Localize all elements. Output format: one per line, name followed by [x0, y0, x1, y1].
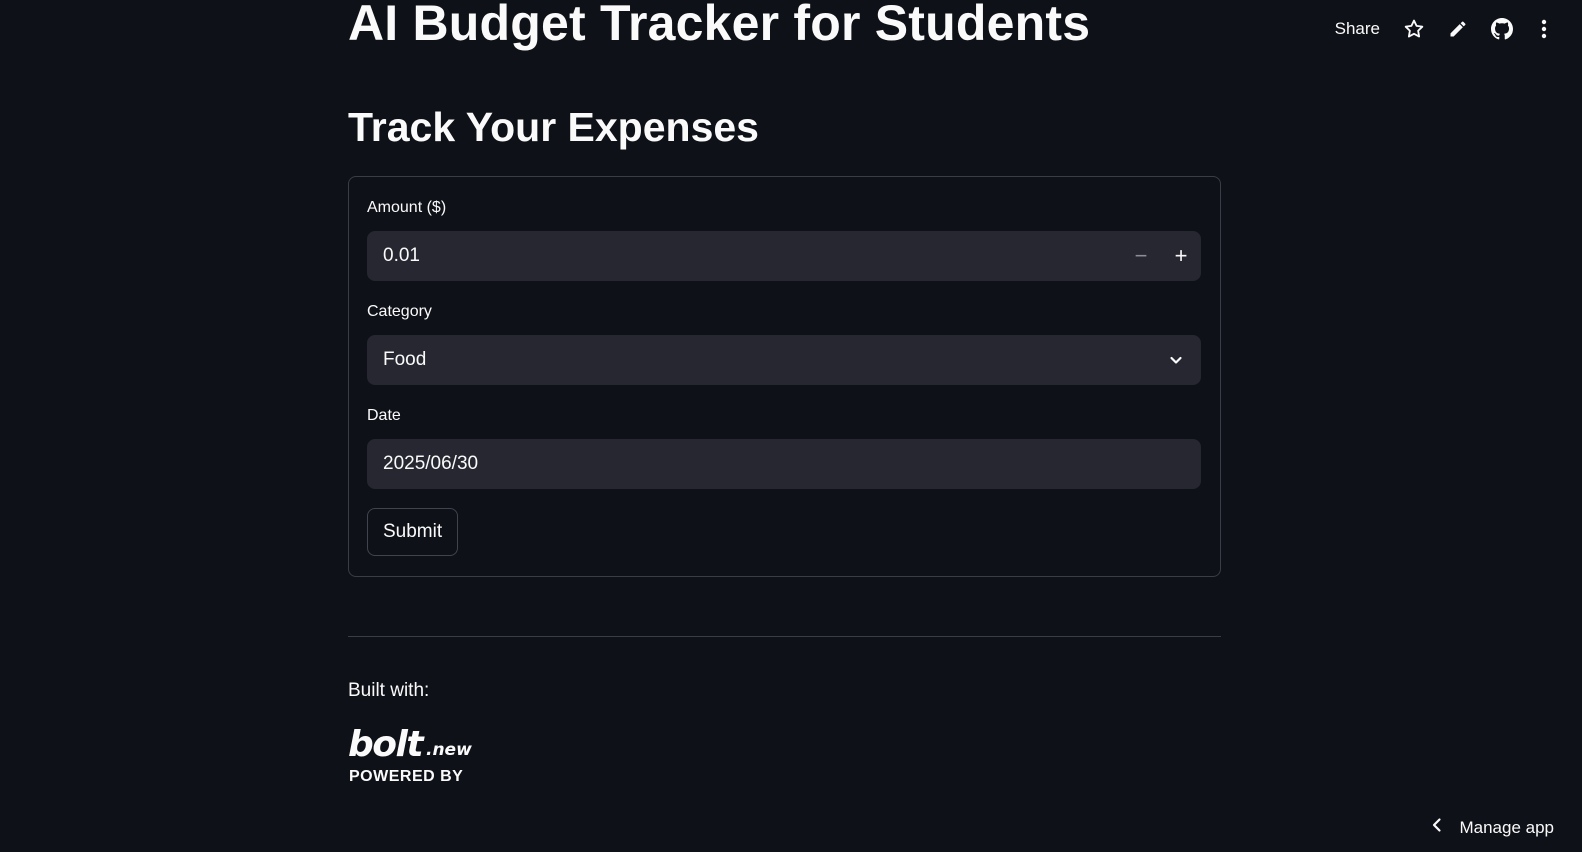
manage-app-button[interactable]: Manage app: [1431, 817, 1554, 838]
bolt-logo[interactable]: bolt .new POWERED BY: [348, 724, 474, 790]
powered-by-text: POWERED BY: [349, 768, 464, 785]
star-icon[interactable]: [1392, 12, 1436, 46]
decrement-button[interactable]: −: [1121, 231, 1161, 281]
category-label: Category: [367, 303, 432, 320]
date-input[interactable]: 2025/06/30: [383, 453, 1201, 475]
amount-label: Amount ($): [367, 199, 447, 216]
page-title: AI Budget Tracker for Students: [348, 0, 1091, 51]
share-button[interactable]: Share: [1323, 19, 1392, 39]
github-icon[interactable]: [1480, 12, 1524, 46]
date-label: Date: [367, 407, 401, 424]
section-title: Track Your Expenses: [348, 104, 759, 150]
amount-input[interactable]: 0.01: [383, 245, 1121, 267]
built-with-label: Built with:: [348, 680, 430, 701]
bolt-wordmark: bolt: [348, 724, 424, 765]
manage-app-label: Manage app: [1459, 817, 1554, 837]
top-toolbar: Share: [1323, 12, 1564, 46]
chevron-down-icon[interactable]: [1151, 335, 1201, 385]
expense-form: Amount ($) 0.01 − + Category Food Date 2…: [348, 176, 1221, 577]
submit-button[interactable]: Submit: [367, 508, 459, 556]
date-field[interactable]: 2025/06/30: [367, 439, 1201, 489]
chevron-left-icon: [1431, 817, 1443, 838]
more-vertical-icon[interactable]: [1524, 12, 1564, 46]
category-select[interactable]: Food: [367, 335, 1201, 385]
increment-button[interactable]: +: [1161, 231, 1201, 281]
category-selected-value: Food: [383, 349, 427, 370]
amount-field[interactable]: 0.01 − +: [367, 231, 1201, 281]
bolt-suffix: .new: [426, 740, 472, 760]
divider: [348, 636, 1221, 637]
edit-icon[interactable]: [1436, 12, 1480, 46]
